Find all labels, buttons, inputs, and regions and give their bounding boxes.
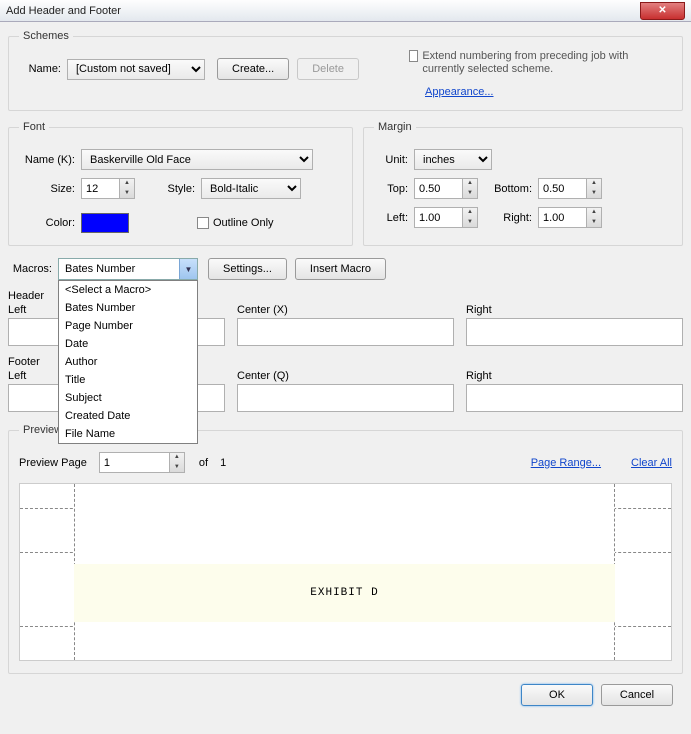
window-title: Add Header and Footer <box>6 5 121 17</box>
top-label: Top: <box>374 183 414 195</box>
preview-canvas: EXHIBIT D <box>19 483 672 661</box>
preview-page-spinner[interactable]: ▲▼ <box>99 452 185 473</box>
preview-group: Preview Preview Page ▲▼ of 1 Page Range.… <box>8 424 683 674</box>
outline-label: Outline Only <box>213 217 274 229</box>
font-name-select[interactable]: Baskerville Old Face <box>81 149 313 170</box>
macro-option[interactable]: Bates Number <box>59 299 197 317</box>
extend-label: Extend numbering from preceding job with… <box>422 50 672 76</box>
header-right-label: Right <box>466 304 683 316</box>
appearance-link[interactable]: Appearance... <box>425 86 494 98</box>
top-spinner[interactable]: ▲▼ <box>414 178 478 199</box>
macros-dropdown: <Select a Macro> Bates Number Page Numbe… <box>58 280 198 444</box>
outline-checkbox[interactable] <box>197 217 209 229</box>
font-color-label: Color: <box>19 217 81 229</box>
left-spinner[interactable]: ▲▼ <box>414 207 478 228</box>
header-center-label: Center (X) <box>237 304 454 316</box>
unit-label: Unit: <box>374 154 414 166</box>
macros-label: Macros: <box>8 263 58 275</box>
create-button[interactable]: Create... <box>217 58 289 80</box>
schemes-legend: Schemes <box>19 30 73 42</box>
delete-button[interactable]: Delete <box>297 58 359 80</box>
macro-option[interactable]: <Select a Macro> <box>59 281 197 299</box>
bottom-label: Bottom: <box>478 183 538 195</box>
preview-page-label: Preview Page <box>19 457 87 469</box>
schemes-group: Schemes Name: [Custom not saved] Create.… <box>8 30 683 111</box>
spin-down-icon[interactable]: ▼ <box>120 189 134 199</box>
font-size-input[interactable] <box>81 178 119 199</box>
scheme-name-select[interactable]: [Custom not saved] <box>67 59 205 80</box>
macro-option[interactable]: Title <box>59 371 197 389</box>
macro-option[interactable]: Author <box>59 353 197 371</box>
font-group: Font Name (K): Baskerville Old Face Size… <box>8 121 353 246</box>
footer-right-label: Right <box>466 370 683 382</box>
total-pages: 1 <box>220 457 226 469</box>
unit-select[interactable]: inches <box>414 149 492 170</box>
spin-up-icon[interactable]: ▲ <box>120 179 134 189</box>
color-swatch[interactable] <box>81 213 129 233</box>
right-label: Right: <box>478 212 538 224</box>
font-size-label: Size: <box>19 183 81 195</box>
clear-all-link[interactable]: Clear All <box>631 457 672 469</box>
cancel-button[interactable]: Cancel <box>601 684 673 706</box>
macro-option[interactable]: Created Date <box>59 407 197 425</box>
margin-group: Margin Unit: inches Top: ▲▼ Bottom: ▲▼ L… <box>363 121 683 246</box>
ok-button[interactable]: OK <box>521 684 593 706</box>
bottom-spinner[interactable]: ▲▼ <box>538 178 602 199</box>
insert-macro-button[interactable]: Insert Macro <box>295 258 386 280</box>
font-style-select[interactable]: Bold-Italic <box>201 178 301 199</box>
scheme-name-label: Name: <box>19 63 67 75</box>
right-spinner[interactable]: ▲▼ <box>538 207 602 228</box>
macro-option[interactable]: Date <box>59 335 197 353</box>
macro-option[interactable]: Page Number <box>59 317 197 335</box>
footer-center-input[interactable] <box>237 384 454 412</box>
font-legend: Font <box>19 121 49 133</box>
left-label: Left: <box>374 212 414 224</box>
font-size-spinner[interactable]: ▲▼ <box>81 178 135 199</box>
footer-right-input[interactable] <box>466 384 683 412</box>
page-range-link[interactable]: Page Range... <box>531 457 601 469</box>
titlebar: Add Header and Footer ✕ <box>0 0 691 22</box>
chevron-down-icon[interactable]: ▼ <box>179 259 197 279</box>
header-right-input[interactable] <box>466 318 683 346</box>
macro-option[interactable]: Subject <box>59 389 197 407</box>
margin-legend: Margin <box>374 121 416 133</box>
header-center-input[interactable] <box>237 318 454 346</box>
exhibit-text: EXHIBIT D <box>74 564 615 622</box>
macro-option[interactable]: File Name <box>59 425 197 443</box>
of-label: of <box>199 457 208 469</box>
font-style-label: Style: <box>135 183 201 195</box>
footer-center-label: Center (Q) <box>237 370 454 382</box>
macros-combo[interactable]: Bates Number ▼ <Select a Macro> Bates Nu… <box>58 258 198 280</box>
close-button[interactable]: ✕ <box>640 2 685 20</box>
settings-button[interactable]: Settings... <box>208 258 287 280</box>
font-name-label: Name (K): <box>19 154 81 166</box>
extend-numbering-checkbox[interactable] <box>409 50 418 62</box>
